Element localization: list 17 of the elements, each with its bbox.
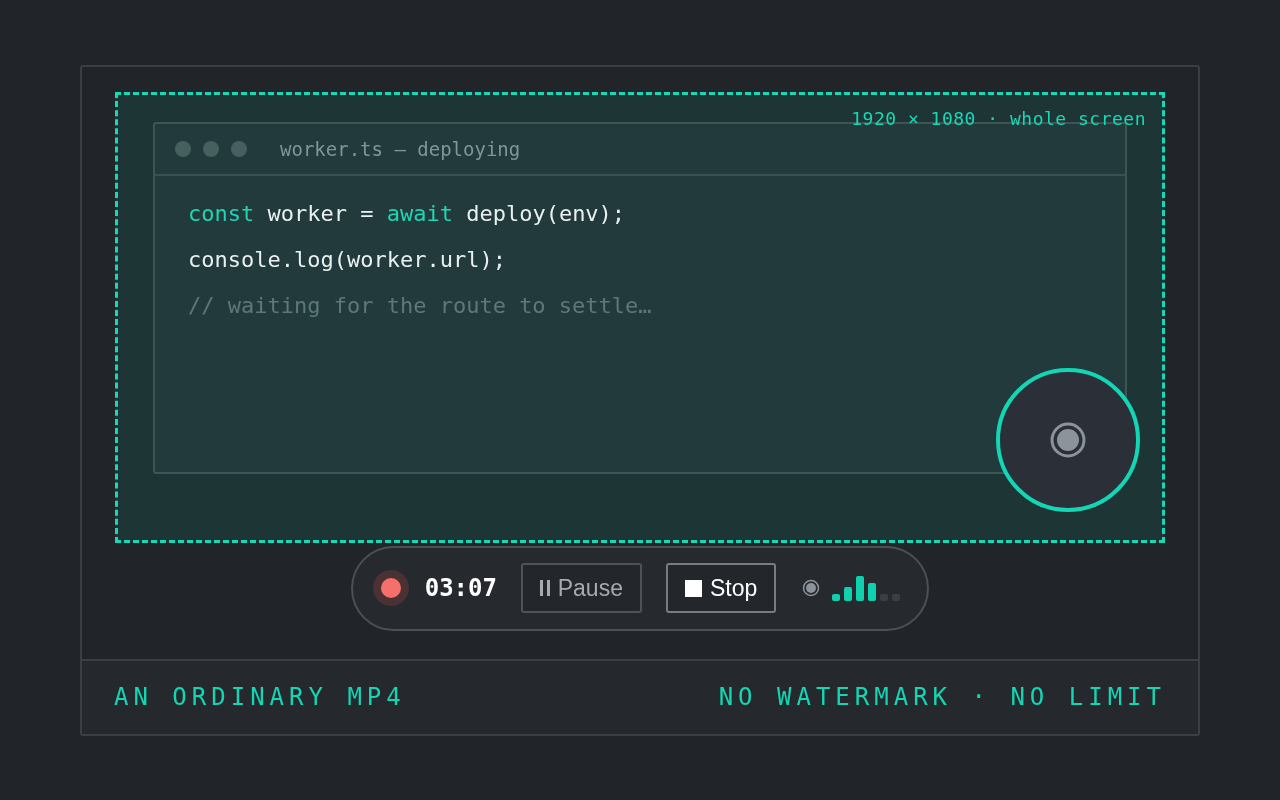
window-dot-icon <box>175 141 191 157</box>
stop-icon <box>684 579 702 597</box>
microphone-icon <box>802 579 821 598</box>
window-title: worker.ts — deploying <box>280 138 521 160</box>
window-dot-icon <box>231 141 247 157</box>
pause-icon <box>539 580 550 597</box>
camera-icon <box>1050 422 1086 458</box>
pause-button[interactable]: Pause <box>520 563 642 614</box>
footer-tagline: NO WATERMARK · NO LIMIT <box>718 683 1166 712</box>
window-dot-icon <box>203 141 219 157</box>
code-comment: // waiting for the route to settle… <box>188 292 653 320</box>
elapsed-time: 03:07 <box>424 574 497 603</box>
code-line: const worker = await deploy(env); <box>188 200 627 228</box>
footer-tagline: AN ORDINARY MP4 <box>114 683 406 712</box>
capture-size-label: 1920 × 1080 · whole screen <box>851 108 1146 129</box>
stop-button[interactable]: Stop <box>665 563 777 614</box>
code-line: console.log(worker.url); <box>188 246 507 274</box>
